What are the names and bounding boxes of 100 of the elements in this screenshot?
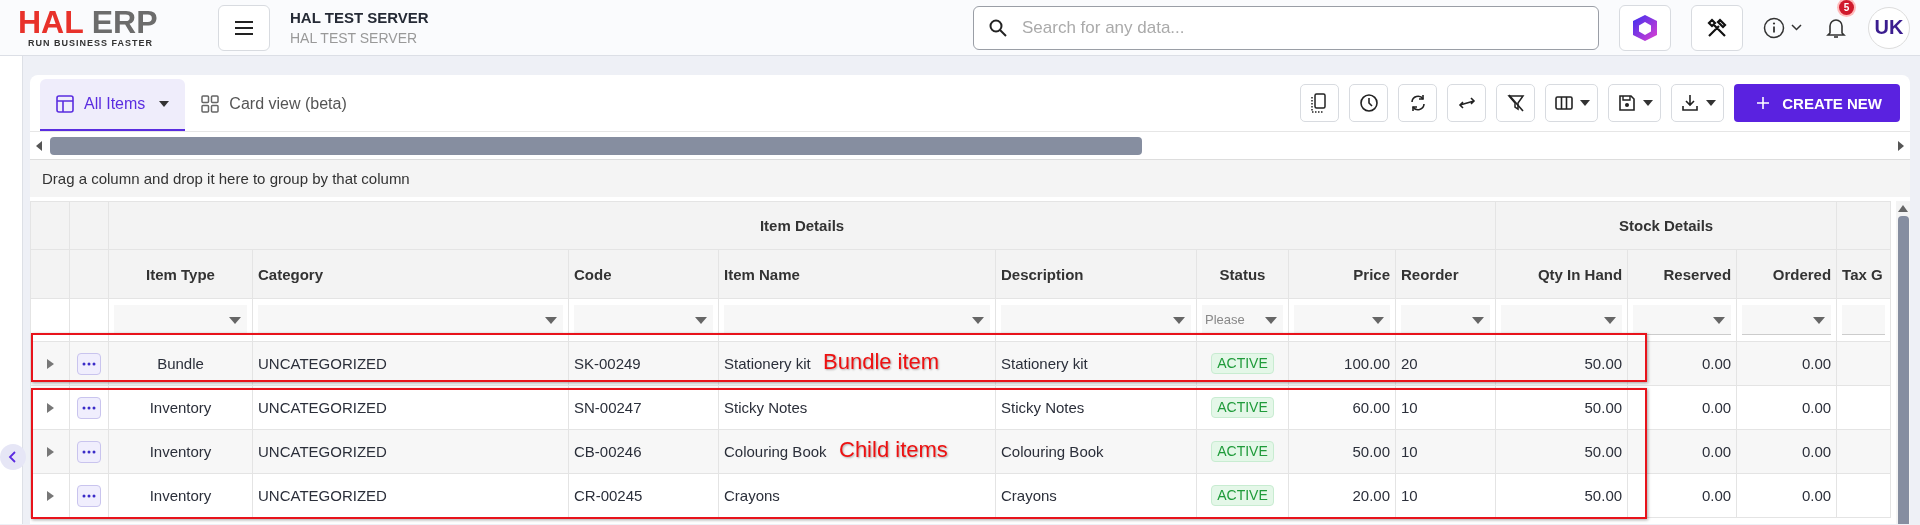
- column-header[interactable]: Item Name: [718, 249, 996, 299]
- filter-field[interactable]: Please: [1202, 305, 1283, 335]
- toolbar-button[interactable]: [1398, 84, 1438, 122]
- table-cell: 10: [1401, 442, 1418, 460]
- caret-icon: [545, 317, 557, 324]
- status-badge: ACTIVE: [1211, 441, 1274, 462]
- column-header[interactable]: Status: [1196, 249, 1289, 299]
- table-cell: UNCATEGORIZED: [258, 486, 387, 504]
- column-header[interactable]: Category: [252, 249, 569, 299]
- toolbar-button[interactable]: [1671, 84, 1725, 122]
- table-cell: 10: [1401, 486, 1418, 504]
- filter-field[interactable]: [1501, 305, 1623, 335]
- expand-icon[interactable]: [46, 490, 54, 501]
- filter-field[interactable]: [1294, 305, 1390, 335]
- row-actions-button[interactable]: [77, 440, 101, 463]
- download-icon: [1679, 93, 1700, 113]
- column-group-header: Item Details: [108, 201, 1496, 250]
- view-tab[interactable]: Card view (beta): [185, 79, 367, 131]
- collapse-button[interactable]: [0, 444, 26, 470]
- tools-icon: [1706, 16, 1728, 39]
- clock-icon: [1358, 93, 1379, 113]
- status-badge: ACTIVE: [1211, 485, 1274, 506]
- table-cell: 0.00: [1801, 354, 1832, 372]
- filter-field[interactable]: [1401, 305, 1491, 335]
- scroll-right-icon[interactable]: [1896, 140, 1904, 151]
- column-header[interactable]: Price: [1288, 249, 1396, 299]
- search-field[interactable]: Search for any data...: [973, 5, 1599, 50]
- ellipsis-icon: [82, 405, 96, 410]
- filter-field[interactable]: [1742, 305, 1832, 335]
- toolbar-button[interactable]: [1608, 84, 1662, 122]
- column-header[interactable]: Reorder: [1395, 249, 1496, 299]
- expand-icon[interactable]: [46, 402, 54, 413]
- table-cell: 20.00: [1352, 486, 1390, 504]
- vertical-scrollbar[interactable]: [1896, 201, 1910, 524]
- column-header[interactable]: Description: [995, 249, 1197, 299]
- caret-icon: [1265, 317, 1277, 324]
- table-cell: 0.00: [1701, 354, 1732, 372]
- column-header[interactable]: Code: [568, 249, 719, 299]
- toolbar-button[interactable]: [1496, 84, 1536, 122]
- caret-icon: [1604, 317, 1617, 324]
- notifications-button[interactable]: [1826, 16, 1846, 39]
- filter-field[interactable]: [114, 305, 247, 335]
- table-cell: 0.00: [1701, 486, 1732, 504]
- expand-icon[interactable]: [46, 446, 54, 457]
- bell-icon: [1826, 16, 1846, 39]
- table-cell: 0.00: [1801, 398, 1832, 416]
- row-actions-button[interactable]: [77, 352, 101, 375]
- caret-icon: [229, 317, 241, 324]
- chevron-left-icon: [8, 450, 18, 464]
- column-header[interactable]: Reserved: [1627, 249, 1737, 299]
- search-icon: [989, 18, 1007, 37]
- table-cell: Colouring Book: [1001, 442, 1104, 460]
- status-badge: ACTIVE: [1211, 397, 1274, 418]
- tools-button[interactable]: [1691, 4, 1743, 51]
- toolbar-button[interactable]: [1545, 84, 1599, 122]
- avatar-button[interactable]: UK: [1868, 6, 1910, 49]
- filter-field[interactable]: [724, 305, 990, 335]
- column-header[interactable]: Item Type: [108, 249, 253, 299]
- filter-field[interactable]: [574, 305, 713, 335]
- filter-field[interactable]: [1001, 305, 1191, 335]
- columns-icon: [1553, 93, 1574, 113]
- table-cell: 0.00: [1801, 442, 1832, 460]
- column-header[interactable]: Qty In Hand: [1495, 249, 1628, 299]
- filter-field[interactable]: [1633, 305, 1732, 335]
- table-cell: 50.00: [1584, 442, 1623, 460]
- info-icon: [1763, 16, 1785, 39]
- table-cell: 0.00: [1701, 398, 1732, 416]
- table-cell: SK-00249: [574, 354, 641, 372]
- create-new-button[interactable]: CREATE NEW: [1734, 84, 1900, 122]
- table-icon: [56, 95, 74, 113]
- view-tab[interactable]: All Items: [40, 79, 186, 131]
- column-header[interactable]: Tax G: [1836, 249, 1891, 299]
- group-panel-hint: Drag a column and drop it here to group by that column: [42, 170, 410, 187]
- scroll-up-icon[interactable]: [1898, 205, 1909, 212]
- info-button[interactable]: [1763, 16, 1802, 39]
- grid-icon: [201, 95, 220, 113]
- scroll-left-icon[interactable]: [36, 140, 44, 151]
- table-cell: CR-00245: [574, 486, 643, 504]
- row-actions-button[interactable]: [77, 484, 101, 507]
- table-cell: 50.00: [1584, 486, 1623, 504]
- filter-field[interactable]: [1842, 305, 1886, 335]
- table-cell: Stationery kit: [724, 354, 811, 372]
- table-cell: 0.00: [1801, 486, 1832, 504]
- app-button[interactable]: [1619, 4, 1671, 51]
- server-subtitle: HAL TEST SERVER: [290, 30, 419, 46]
- logo-text: ERP: [91, 7, 158, 36]
- caret-icon: [1372, 317, 1384, 324]
- table-cell: Sticky Notes: [724, 398, 808, 416]
- table-cell: 100.00: [1344, 354, 1390, 372]
- menu-button[interactable]: [218, 4, 270, 51]
- table-cell: Inventory: [149, 442, 212, 460]
- filter-field[interactable]: [258, 305, 563, 335]
- column-header[interactable]: Ordered: [1736, 249, 1837, 299]
- server-title: HAL TEST SERVER: [290, 9, 430, 26]
- caret-icon: [695, 317, 707, 324]
- toolbar-button[interactable]: [1349, 84, 1389, 122]
- expand-icon[interactable]: [46, 358, 54, 369]
- toolbar-button[interactable]: [1300, 84, 1340, 122]
- annotation-label: Child items: [839, 437, 948, 463]
- row-actions-button[interactable]: [77, 396, 101, 419]
